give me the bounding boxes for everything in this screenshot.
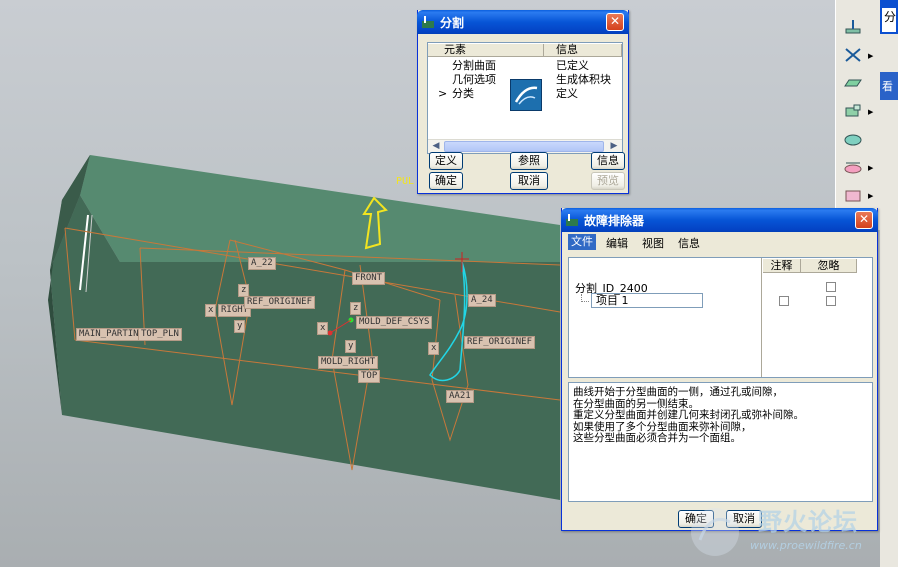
right-toolbar: ▶ ▶ ▶ ▶ <box>835 0 880 230</box>
axis-label-y1: y <box>234 320 246 333</box>
info-button[interactable]: 信息 <box>591 152 625 170</box>
axis-label-z1: z <box>238 284 250 297</box>
ok-button[interactable]: 确定 <box>429 172 463 190</box>
column-header-element: 元素 <box>428 44 544 57</box>
edge-text-1: 分 <box>882 8 896 32</box>
datum-label-mold-right: MOLD_RIGHT <box>318 356 379 369</box>
csys-label-mold-def-csys: MOLD_DEF_CSYS <box>356 316 433 329</box>
split-dialog: 分割 ✕ 元素 信息 分割曲面 已定义 几何选项 生成体积块 > 分类 定义 ◀… <box>417 10 629 194</box>
axis-label-y2: y <box>345 340 357 353</box>
watermark-logo-icon <box>691 508 739 556</box>
menu-edit[interactable]: 编辑 <box>606 235 628 251</box>
ignore-checkbox-root[interactable] <box>826 282 836 292</box>
tree-child[interactable]: 项目 1 <box>591 293 703 308</box>
scroll-thumb[interactable] <box>444 141 604 152</box>
troubleshooter-close-button[interactable]: ✕ <box>855 211 873 229</box>
mold-tool-button-7[interactable] <box>840 184 866 206</box>
molding-icon <box>844 134 862 146</box>
datum-label-main-parting: MAIN_PARTING <box>76 328 148 341</box>
horizontal-scrollbar[interactable]: ◀ ▶ <box>428 139 622 153</box>
parting-surface-icon <box>844 79 862 87</box>
split-dialog-title: 分割 <box>440 15 465 30</box>
mold-tool-button-6[interactable] <box>840 156 866 178</box>
axis-label-x3: x <box>428 342 440 355</box>
edge-panel: 分 看 <box>880 0 898 567</box>
element-list[interactable]: 元素 信息 分割曲面 已定义 几何选项 生成体积块 > 分类 定义 ◀ ▶ <box>427 42 623 154</box>
note-checkbox-item1[interactable] <box>779 296 789 306</box>
current-row-marker: > <box>438 87 448 100</box>
menu-view[interactable]: 视图 <box>642 235 664 251</box>
reference-button[interactable]: 参照 <box>510 152 548 170</box>
cancel-button[interactable]: 取消 <box>510 172 548 190</box>
pull-direction-icon <box>845 20 861 34</box>
flyout-arrow-icon[interactable]: ▶ <box>868 52 873 60</box>
menubar: 文件 编辑 视图 信息 <box>562 232 877 252</box>
list-item[interactable]: 分割曲面 已定义 <box>428 59 622 72</box>
cavity-icon <box>845 190 861 202</box>
preview-button: 预览 <box>591 172 625 190</box>
issue-tree[interactable]: 注释 忽略 分割_ID_2400 项目 1 <box>568 257 873 378</box>
mold-tool-button-3[interactable] <box>840 72 866 94</box>
mold-tool-button-2[interactable] <box>840 44 866 66</box>
split-dialog-titlebar[interactable]: 分割 <box>417 10 629 34</box>
column-header-info: 信息 <box>544 44 622 57</box>
mold-tool-button-4[interactable] <box>840 100 866 122</box>
flyout-arrow-icon[interactable]: ▶ <box>868 108 873 116</box>
axis-label-x2: x <box>317 322 329 335</box>
volume-split-icon <box>845 48 861 62</box>
extract-icon <box>845 104 861 117</box>
watermark-title: 野火论坛 <box>758 508 858 536</box>
proe-app-icon <box>565 213 579 227</box>
troubleshooter-title: 故障排除器 <box>584 213 645 228</box>
message-pane: 曲线开始于分型曲面的一侧，通过孔或间隙， 在分型曲面的另一侧结束。 重定义分型曲… <box>568 382 873 502</box>
axis-label-z2: z <box>350 302 362 315</box>
csys-label-ref-origin-right: REF_ORIGINEF <box>464 336 536 349</box>
datum-label-a22: A_22 <box>248 257 276 270</box>
message-line: 重定义分型曲面并创建几何来封闭孔或弥补间隙。 <box>573 409 804 421</box>
split-graphic-icon <box>510 79 542 111</box>
ignore-checkbox-item1[interactable] <box>826 296 836 306</box>
split-dialog-close-button[interactable]: ✕ <box>606 13 624 31</box>
column-header-note: 注释 <box>763 259 801 273</box>
troubleshooter-dialog: 故障排除器 ✕ 文件 编辑 视图 信息 注释 忽略 分割_ID_2400 项目 … <box>561 208 878 531</box>
csys-label-ref-origin-left: REF_ORIGINEF <box>244 296 316 309</box>
mold-opening-icon <box>844 162 862 174</box>
message-line: 曲线开始于分型曲面的一侧，通过孔或间隙， <box>573 386 783 398</box>
datum-label-aa21: AA21 <box>446 390 474 403</box>
mold-tool-button-1[interactable] <box>840 16 866 38</box>
datum-label-top-pln: TOP_PLN <box>138 328 182 341</box>
watermark-url: www.proewildfire.cn <box>750 539 862 552</box>
proe-app-icon <box>421 15 435 29</box>
edge-text-2: 看 <box>880 72 898 100</box>
datum-label-a24: A_24 <box>468 294 496 307</box>
axis-label-x1: x <box>205 304 217 317</box>
column-header-ignore: 忽略 <box>801 259 857 273</box>
flyout-arrow-icon[interactable]: ▶ <box>868 192 873 200</box>
define-button[interactable]: 定义 <box>429 152 463 170</box>
datum-label-top: TOP <box>358 370 381 383</box>
menu-file[interactable]: 文件 <box>568 234 596 250</box>
flyout-arrow-icon[interactable]: ▶ <box>868 164 873 172</box>
datum-label-front: FRONT <box>352 272 386 285</box>
message-line: 这些分型曲面必须合并为一个面组。 <box>573 432 741 444</box>
troubleshooter-titlebar[interactable]: 故障排除器 <box>561 208 878 232</box>
menu-info[interactable]: 信息 <box>678 235 700 251</box>
mold-tool-button-5[interactable] <box>840 128 866 150</box>
pull-direction-label: PUL <box>396 176 415 187</box>
